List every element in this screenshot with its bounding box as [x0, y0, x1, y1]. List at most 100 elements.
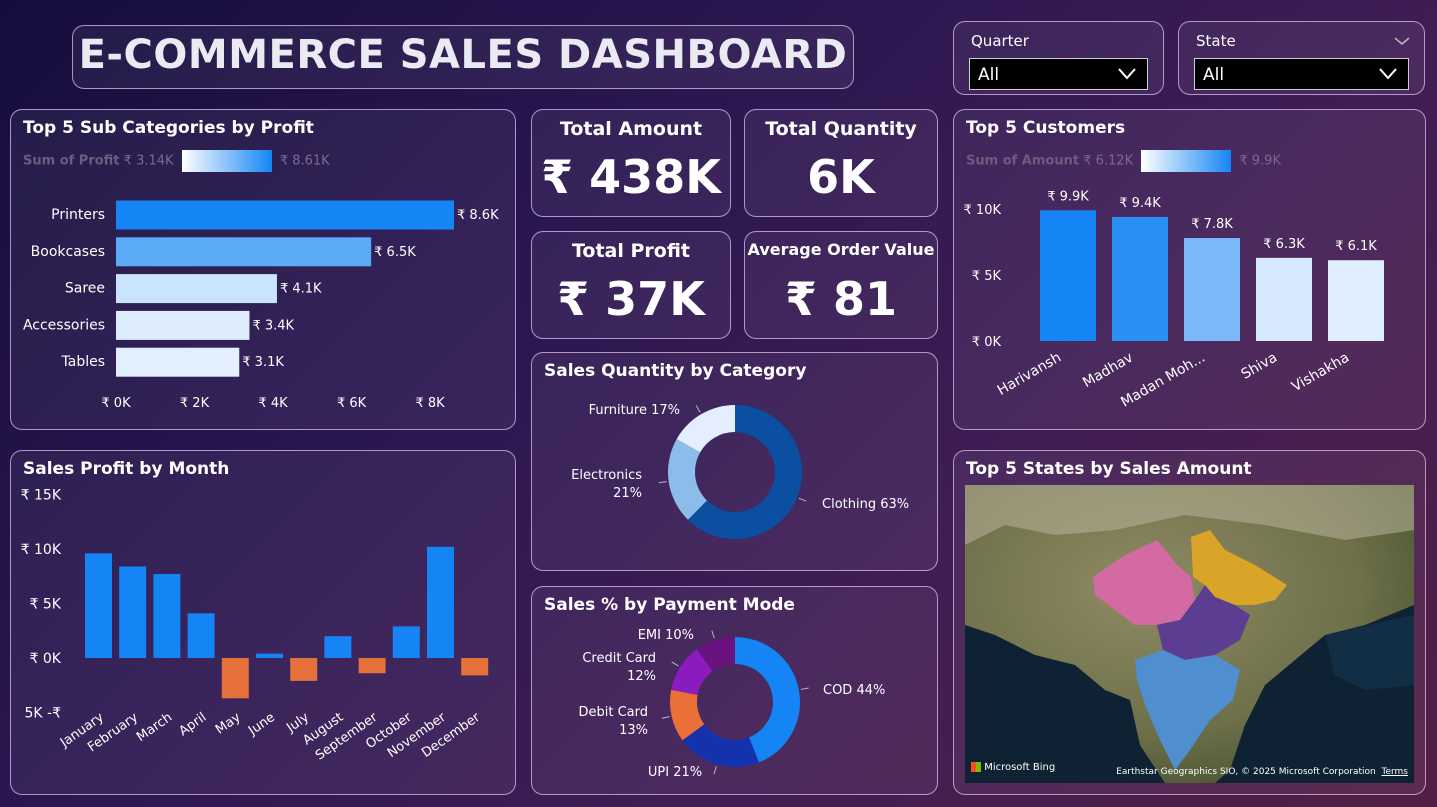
y-tick-label: Saree [65, 281, 105, 297]
bar [221, 658, 249, 699]
state-slicer: State All [1178, 21, 1425, 95]
leader-line [800, 687, 809, 690]
map-image [965, 485, 1414, 783]
states-map-card: Top 5 States by Sales Amount Microsoft B… [953, 450, 1426, 795]
y-tick-label: Tables [61, 354, 106, 370]
quarter-dropdown[interactable]: All [969, 58, 1148, 90]
chevron-down-icon [1117, 61, 1137, 90]
terms-link[interactable]: Terms [1381, 767, 1408, 777]
bing-logo: Microsoft Bing [971, 762, 1055, 773]
payment-donut-chart: COD 44% UPI 21% Debit Card 13% Credit Card 12… [578, 628, 885, 780]
monthly-profit-chart: 5K -₹₹ 0K₹ 5K₹ 10K₹ 15KJanuaryFebruaryMa… [21, 488, 489, 763]
bar [116, 200, 454, 230]
x-tick-label: Harivansh [995, 350, 1064, 399]
chevron-down-icon [1378, 61, 1398, 90]
y-tick-label: ₹ 10K [21, 542, 62, 558]
data-label: ₹ 6.1K [1335, 239, 1377, 254]
y-tick-label: Accessories [23, 317, 105, 333]
y-tick-label: Bookcases [31, 244, 105, 260]
kpi-average-order-value: Average Order Value ₹ 81 [744, 231, 938, 339]
bar [1040, 210, 1096, 341]
bar [116, 347, 240, 377]
leader-line [711, 630, 715, 639]
kpi-total-profit: Total Profit ₹ 37K [531, 231, 731, 339]
y-tick-label: ₹ 5K [972, 269, 1002, 284]
data-label: ₹ 6.5K [374, 245, 416, 260]
x-tick-label: May [213, 710, 244, 738]
x-tick-label: Shiva [1239, 350, 1280, 383]
bar [392, 626, 420, 658]
collapse-chevron-icon[interactable] [1394, 32, 1410, 51]
leader-line [713, 766, 717, 775]
kpi-value: ₹ 37K [557, 272, 705, 326]
quarter-dropdown-value: All [978, 65, 1000, 85]
leader-line [658, 481, 667, 484]
subcategory-chart: Printers ₹ 8.6K Bookcases ₹ 6.5K Saree ₹ 4.1K… [23, 200, 499, 411]
states-map[interactable]: Microsoft Bing Earthstar Geographics SIO… [965, 485, 1414, 783]
data-label: ₹ 3.1K [242, 355, 284, 370]
kpi-value: ₹ 81 [784, 272, 898, 326]
x-tick-label: June [245, 710, 278, 739]
category-donut-card: Sales Quantity by Category Clothing 63% E… [531, 352, 938, 571]
bar [1184, 238, 1240, 341]
slice-label: 21% [613, 486, 642, 501]
quarter-slicer-label: Quarter [971, 32, 1029, 50]
x-tick-label: ₹ 8K [415, 396, 445, 411]
state-dropdown[interactable]: All [1194, 58, 1409, 90]
y-tick-label: ₹ 5K [30, 597, 62, 613]
x-tick-label: ₹ 4K [258, 396, 288, 411]
kpi-label: Total Profit [571, 240, 691, 262]
leader-line [798, 497, 807, 502]
data-label: ₹ 8.6K [457, 208, 499, 223]
state-dropdown-value: All [1203, 65, 1225, 85]
monthly-profit-card: Sales Profit by Month 5K -₹ ₹ 0K ₹ 5K ₹ 10K… [10, 450, 516, 795]
leader-line [661, 716, 670, 719]
kpi-label: Average Order Value [747, 240, 935, 259]
slice-label: Furniture 17% [589, 403, 680, 418]
states-map-title: Top 5 States by Sales Amount [966, 459, 1252, 479]
bar [1328, 260, 1384, 341]
category-donut-chart: Clothing 63% Electronics 21% Furniture 17% [571, 403, 909, 539]
slice-label: Credit Card [582, 651, 656, 666]
y-tick-label: ₹ 15K [21, 488, 62, 504]
quarter-slicer: Quarter All [953, 21, 1164, 95]
y-tick-label: ₹ 10K [964, 203, 1002, 218]
bar [324, 636, 352, 658]
kpi-label: Total Amount [559, 118, 703, 140]
bar [1256, 257, 1312, 341]
slice-label: Clothing 63% [822, 497, 909, 512]
bar [153, 574, 181, 658]
x-tick-label: ₹ 2K [180, 396, 210, 411]
slice-label: 12% [627, 669, 656, 684]
slice-label: Debit Card [578, 705, 648, 720]
data-label: ₹ 6.3K [1263, 237, 1305, 252]
dashboard-title: E-COMMERCE SALES DASHBOARD [78, 32, 848, 78]
leader-line [695, 405, 701, 413]
x-tick-label: Madhav [1080, 350, 1136, 392]
slice-label: COD 44% [823, 683, 885, 698]
state-slicer-label: State [1196, 32, 1236, 50]
subcategory-card: Top 5 Sub Categories by Profit Sum of Pr… [10, 109, 516, 430]
bar [187, 613, 215, 658]
x-tick-label: ₹ 6K [337, 396, 367, 411]
y-tick-label: 5K -₹ [25, 706, 62, 722]
bar [290, 658, 318, 681]
y-tick-label: ₹ 0K [972, 335, 1002, 350]
bar [116, 237, 372, 267]
slice-label: 13% [619, 723, 648, 738]
data-label: ₹ 9.4K [1119, 196, 1161, 211]
kpi-value: 6K [807, 150, 875, 204]
bar [256, 653, 283, 658]
x-tick-label: ₹ 0K [101, 396, 131, 411]
data-label: ₹ 7.8K [1191, 217, 1233, 232]
x-tick-label: April [176, 710, 209, 739]
bar [461, 658, 489, 676]
data-label: ₹ 4.1K [280, 282, 322, 297]
map-credit: Earthstar Geographics SIO, © 2025 Micros… [1116, 767, 1408, 777]
data-label: ₹ 9.9K [1047, 189, 1089, 204]
leader-line [671, 661, 679, 667]
x-tick-label: March [134, 710, 175, 745]
y-tick-label: ₹ 0K [30, 651, 62, 667]
slice-label: UPI 21% [648, 765, 702, 780]
kpi-total-quantity: Total Quantity 6K [744, 109, 938, 217]
